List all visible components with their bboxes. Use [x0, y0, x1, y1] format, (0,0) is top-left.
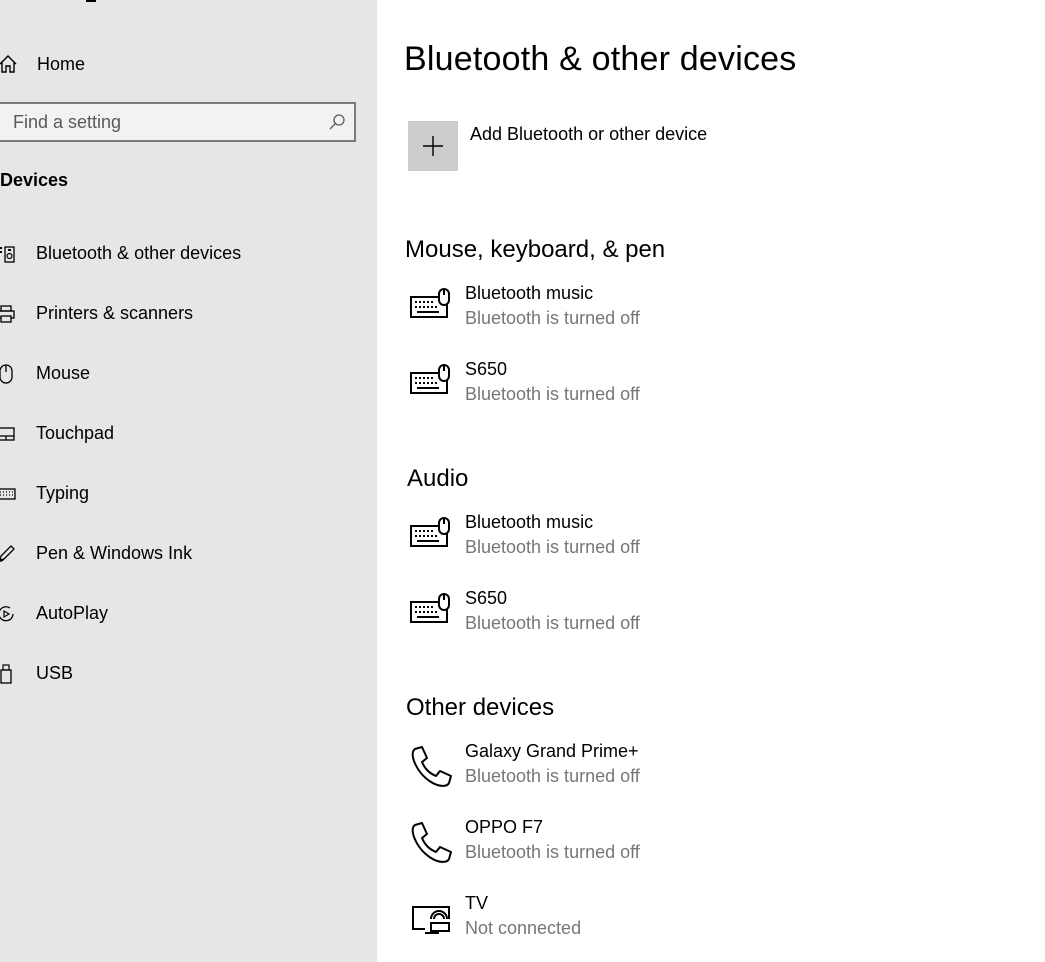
sidebar-item-label: Printers & scanners — [36, 303, 194, 323]
home-icon — [0, 55, 17, 73]
sidebar-item-label: Bluetooth & other devices — [36, 243, 242, 263]
device-name: Bluetooth music — [465, 283, 594, 303]
sidebar-item-label: Typing — [36, 483, 90, 503]
sidebar-item-mouse[interactable]: Mouse — [0, 352, 377, 396]
device-item[interactable]: Bluetooth music Bluetooth is turned off — [407, 283, 1007, 343]
sidebar-item-label: USB — [36, 663, 74, 683]
device-item[interactable]: Galaxy Grand Prime+ Bluetooth is turned … — [407, 741, 1007, 801]
device-name: S650 — [465, 588, 508, 608]
keyboard-mouse-icon — [410, 593, 450, 623]
section-title: Devices — [0, 170, 69, 190]
device-status: Bluetooth is turned off — [465, 842, 640, 862]
keyboard-mouse-icon — [410, 364, 450, 394]
sidebar-item-label: Touchpad — [36, 423, 115, 443]
device-item[interactable]: S650 Bluetooth is turned off — [407, 588, 1007, 648]
device-status: Bluetooth is turned off — [465, 384, 640, 404]
group-title: Audio — [407, 465, 469, 492]
keyboard-mouse-icon — [410, 517, 450, 547]
autoplay-icon — [0, 606, 14, 622]
device-name: Bluetooth music — [465, 512, 594, 532]
sidebar-item-printers[interactable]: Printers & scanners — [0, 292, 377, 336]
add-device-label[interactable]: Add Bluetooth or other device — [470, 124, 707, 145]
page-title: Bluetooth & other devices — [404, 40, 797, 78]
sidebar-item-typing[interactable]: Typing — [0, 472, 377, 516]
search-icon[interactable] — [328, 113, 346, 131]
sidebar-item-usb[interactable]: USB — [0, 652, 377, 696]
usb-icon — [0, 664, 12, 684]
device-name: OPPO F7 — [465, 817, 544, 837]
device-name: Galaxy Grand Prime+ — [465, 741, 639, 761]
device-status: Bluetooth is turned off — [465, 766, 640, 786]
printer-icon — [0, 305, 15, 323]
device-status: Not connected — [465, 918, 582, 938]
home-label: Home — [37, 53, 86, 74]
sidebar-item-label: AutoPlay — [36, 603, 109, 623]
mouse-icon — [0, 364, 13, 384]
device-status: Bluetooth is turned off — [465, 308, 640, 328]
pen-icon — [0, 545, 15, 562]
sidebar-item-pen[interactable]: Pen & Windows Ink — [0, 532, 377, 576]
keyboard-mouse-icon — [410, 288, 450, 318]
sidebar-item-bluetooth[interactable]: Bluetooth & other devices — [0, 232, 377, 276]
group-title: Mouse, keyboard, & pen — [405, 236, 666, 263]
home-nav-item[interactable]: Home — [0, 44, 360, 84]
add-device-button[interactable] — [408, 121, 458, 171]
device-item[interactable]: OPPO F7 Bluetooth is turned off — [407, 817, 1007, 877]
app-title-fragment — [86, 0, 102, 2]
device-name: S650 — [465, 359, 508, 379]
device-status: Bluetooth is turned off — [465, 537, 640, 557]
sidebar-item-label: Pen & Windows Ink — [36, 543, 193, 563]
sidebar-item-autoplay[interactable]: AutoPlay — [0, 592, 377, 636]
device-item[interactable]: TV Not connected — [407, 893, 1007, 953]
device-name: TV — [465, 893, 489, 913]
search-box[interactable] — [0, 102, 356, 142]
plus-icon — [423, 136, 443, 156]
bluetooth-devices-icon — [0, 246, 15, 263]
device-item[interactable]: S650 Bluetooth is turned off — [407, 359, 1007, 419]
device-item[interactable]: Bluetooth music Bluetooth is turned off — [407, 512, 1007, 572]
device-status: Bluetooth is turned off — [465, 613, 640, 633]
sidebar-item-label: Mouse — [36, 363, 91, 383]
main-content: Bluetooth & other devices Add Bluetooth … — [377, 0, 1045, 962]
group-title: Other devices — [406, 694, 555, 721]
touchpad-icon — [0, 427, 15, 441]
phone-icon — [411, 746, 452, 787]
sidebar-item-touchpad[interactable]: Touchpad — [0, 412, 377, 456]
sidebar: Home Devices Bluetooth & other devices P… — [0, 0, 377, 962]
search-input[interactable] — [13, 104, 313, 140]
phone-icon — [411, 822, 452, 863]
keyboard-icon — [0, 488, 16, 500]
tv-cast-icon — [412, 906, 450, 934]
